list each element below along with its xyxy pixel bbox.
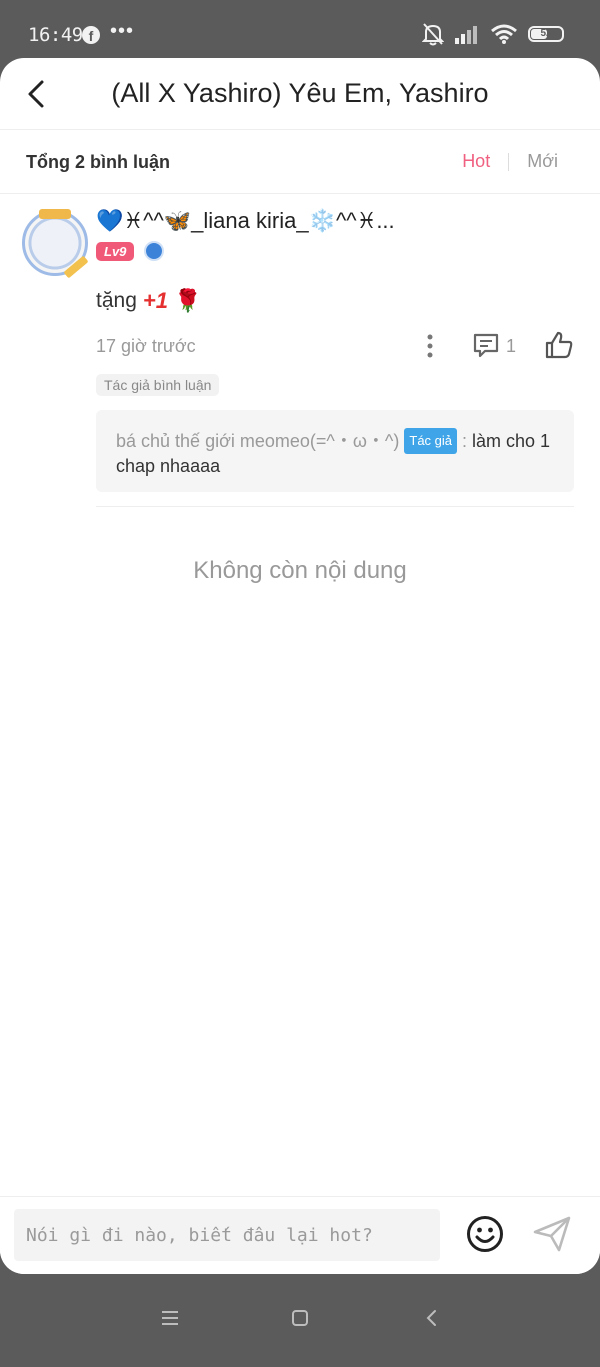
divider: [96, 506, 574, 507]
comments-sheet: (All X Yashiro) Yêu Em, Yashiro Tổng 2 b…: [0, 58, 600, 1274]
sort-tabs: Hot Mới: [462, 151, 558, 172]
reply-preview[interactable]: bá chủ thế giới meomeo(=^・ω・^) Tác giả :…: [96, 410, 574, 492]
thumbs-up-icon: [545, 331, 573, 359]
more-dots-icon: •••: [110, 20, 135, 42]
comment-body: tặng: [96, 289, 137, 312]
tab-divider: [508, 152, 510, 171]
like-button[interactable]: [544, 330, 574, 365]
status-bar: 16:49 f ••• 52: [0, 0, 600, 66]
bell-off-icon: [422, 23, 444, 46]
avatar-frame-badge: [39, 209, 71, 219]
battery-level: 52: [540, 28, 552, 39]
header: (All X Yashiro) Yêu Em, Yashiro: [0, 58, 600, 130]
emoji-button[interactable]: [466, 1215, 504, 1258]
comment-text: tặng +1 🌹: [96, 284, 574, 318]
status-icons: 52: [422, 22, 564, 46]
total-comments: Tổng 2 bình luận: [26, 152, 170, 172]
water-drop-badge-icon: [144, 241, 165, 261]
comment-bubble-icon: [473, 333, 499, 358]
page-title: (All X Yashiro) Yêu Em, Yashiro: [111, 78, 489, 108]
wifi-icon: [491, 24, 517, 44]
user-name[interactable]: 💙♓^^🦋_liana kiria_❄️^^♓...: [96, 194, 574, 238]
user-badges: Lv9: [96, 238, 574, 264]
reply-count: 1: [506, 335, 517, 356]
send-button[interactable]: [532, 1215, 572, 1258]
comment-composer: [0, 1196, 600, 1274]
author-comment-tag: Tác giả bình luận: [96, 374, 220, 396]
comment-input[interactable]: [14, 1209, 440, 1261]
back-triangle-icon[interactable]: [422, 1308, 442, 1328]
status-time: 16:49: [28, 24, 83, 46]
send-icon: [533, 1216, 571, 1252]
reply-author: bá chủ thế giới meomeo(=^・ω・^): [116, 431, 400, 451]
plus-one-sticker: +1: [142, 288, 168, 313]
comment-item: 💙♓^^🦋_liana kiria_❄️^^♓... Lv9 tặng +1 🌹…: [0, 194, 600, 507]
tab-hot[interactable]: Hot: [462, 151, 490, 172]
reply-colon: :: [457, 431, 473, 451]
signal-icon: [455, 26, 477, 44]
more-vertical-icon[interactable]: [420, 332, 440, 360]
comment-meta: 17 giờ trước 1: [96, 326, 574, 370]
no-more-content: Không còn nội dung: [193, 557, 407, 584]
avatar[interactable]: [22, 209, 89, 279]
level-badge: Lv9: [96, 241, 135, 261]
smiley-icon: [467, 1216, 503, 1252]
facebook-icon: f: [82, 26, 100, 44]
reply-button[interactable]: 1: [472, 332, 516, 360]
comment-summary: Tổng 2 bình luận Hot Mới: [0, 130, 600, 194]
rose-icon: 🌹: [173, 288, 202, 313]
home-square-icon[interactable]: [290, 1308, 310, 1328]
time-ago: 17 giờ trước: [96, 336, 196, 356]
tab-new[interactable]: Mới: [527, 151, 558, 172]
menu-icon[interactable]: [160, 1308, 180, 1328]
author-badge: Tác giả: [404, 428, 458, 454]
pencil-icon: [63, 255, 89, 279]
battery-icon: 52: [528, 26, 564, 42]
system-nav-bar: [0, 1274, 600, 1367]
